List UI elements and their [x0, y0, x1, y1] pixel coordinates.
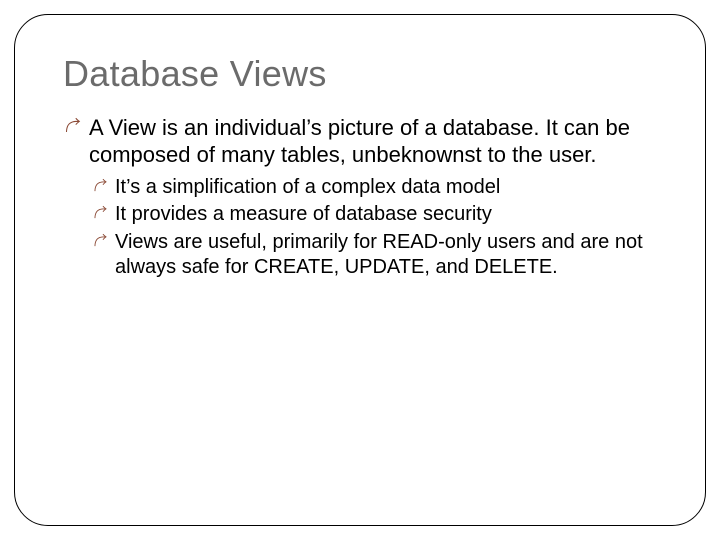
bullet-list-level2: It’s a simplification of a complex data …	[95, 175, 657, 280]
bullet-list-level1: A View is an individual’s picture of a d…	[67, 115, 657, 280]
list-item: Views are useful, primarily for READ-onl…	[95, 230, 657, 280]
list-item: A View is an individual’s picture of a d…	[67, 115, 657, 169]
list-item: It’s a simplification of a complex data …	[95, 175, 657, 200]
slide-title: Database Views	[63, 53, 657, 95]
slide-frame: Database Views A View is an individual’s…	[14, 14, 706, 526]
list-item: It provides a measure of database securi…	[95, 202, 657, 227]
